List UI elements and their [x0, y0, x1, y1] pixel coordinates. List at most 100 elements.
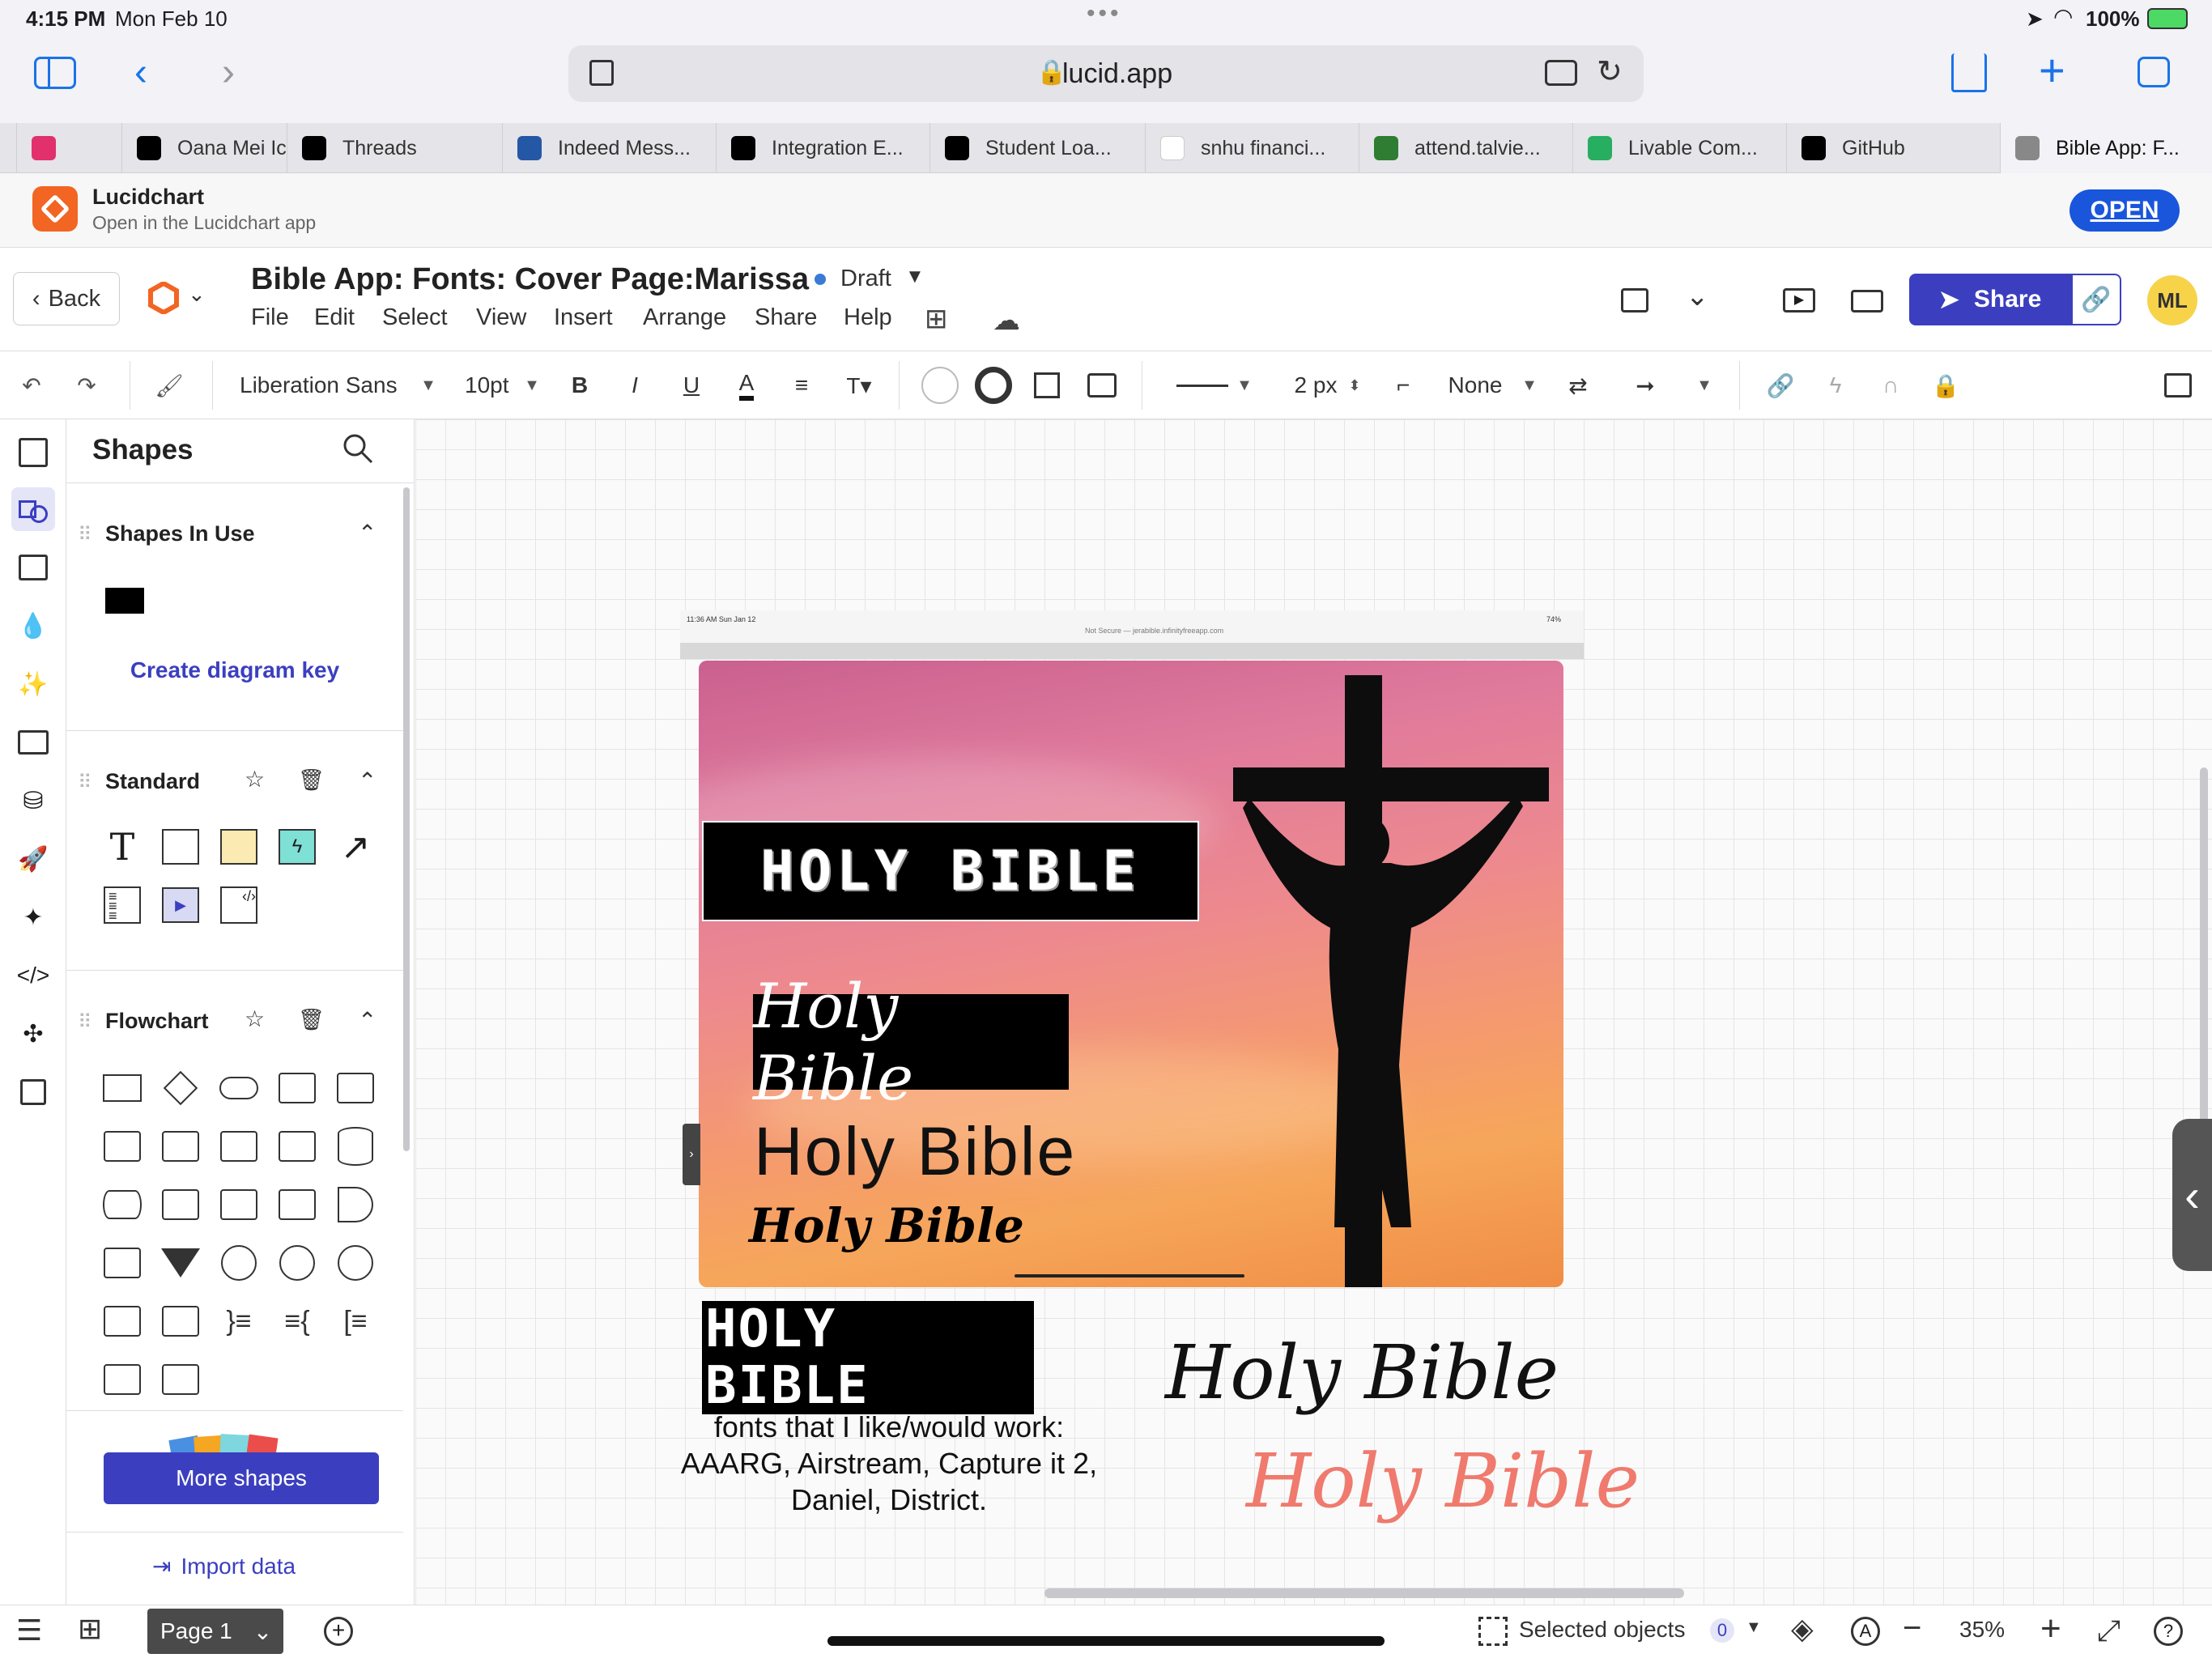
stencil-font-sample[interactable]: HOLY BIBLE	[702, 1301, 1034, 1414]
font-size-dropdown-icon[interactable]: ▼	[520, 351, 544, 419]
database-icon[interactable]: ⛁	[11, 779, 55, 823]
section-title-standard[interactable]: Standard	[105, 769, 200, 794]
redo-icon[interactable]: ↷	[66, 351, 107, 419]
ai-sparkle-icon[interactable]: ✦	[11, 895, 55, 939]
video-icon[interactable]	[1851, 290, 1883, 312]
in-use-rectangle-shape[interactable]	[105, 588, 144, 614]
collapse-icon[interactable]: ⌃	[358, 767, 376, 794]
browser-tab[interactable]: Oana Mei Ic	[121, 123, 287, 173]
browser-tab[interactable]: Integration E...	[716, 123, 929, 173]
new-tab-icon[interactable]: +	[2039, 44, 2065, 96]
back-arrow-icon[interactable]: ‹	[134, 50, 147, 95]
menu-share[interactable]: Share	[755, 304, 817, 331]
document-title[interactable]: Bible App: Fonts: Cover Page:Marissa	[251, 262, 809, 297]
selected-objects-label[interactable]: Selected objects	[1519, 1617, 1685, 1643]
flowchart-off-page-link-shape[interactable]	[160, 1300, 201, 1342]
section-title-in-use[interactable]: Shapes In Use	[105, 521, 255, 546]
rocket-icon[interactable]: 🚀	[11, 837, 55, 881]
browser-tab[interactable]	[16, 123, 121, 173]
font-family-dropdown-icon[interactable]: ▼	[416, 351, 440, 419]
trash-icon[interactable]: 🗑	[298, 1007, 325, 1032]
magnet-icon[interactable]: ∩	[1872, 351, 1909, 419]
bold-icon[interactable]: B	[564, 351, 596, 419]
avatar[interactable]: ML	[2147, 275, 2197, 325]
puzzle-icon[interactable]: ✣	[11, 1012, 55, 1056]
create-diagram-key-link[interactable]: Create diagram key	[66, 657, 403, 683]
pages-icon[interactable]	[11, 431, 55, 474]
sticky-note-shape[interactable]	[219, 829, 259, 865]
action-shape[interactable]: ϟ	[277, 829, 317, 865]
layers-icon[interactable]: ◈	[1791, 1612, 1814, 1646]
flowchart-decision-shape[interactable]	[160, 1067, 201, 1109]
underline-icon[interactable]: U	[675, 351, 708, 419]
start-arrow-dropdown-icon[interactable]: ▼	[1517, 351, 1542, 419]
list-shape[interactable]: ≡ ≡ ≡	[102, 886, 143, 924]
flowchart-bracket-note-shape[interactable]: [≡	[335, 1300, 376, 1342]
help-icon[interactable]: ?	[2154, 1617, 2183, 1646]
zoom-out-icon[interactable]: −	[1903, 1610, 1921, 1647]
star-icon[interactable]: ☆	[245, 1005, 265, 1032]
format-painter-icon[interactable]: 🖌	[149, 351, 189, 419]
section-title-flowchart[interactable]: Flowchart	[105, 1009, 209, 1034]
image-icon[interactable]	[11, 721, 55, 764]
thin-font-sample[interactable]: Holy Bible	[754, 1112, 1076, 1191]
present-icon[interactable]: ▶	[1783, 288, 1815, 312]
flowchart-internal-storage-shape[interactable]	[160, 1184, 201, 1226]
crop-icon[interactable]	[1028, 351, 1066, 419]
zoom-in-icon[interactable]: +	[2040, 1609, 2061, 1649]
browser-tab[interactable]: Bible App: F...	[2000, 123, 2212, 173]
line-width-select[interactable]: 2 px	[1287, 351, 1344, 419]
search-icon[interactable]	[342, 432, 374, 465]
markup-icon[interactable]: A	[1851, 1617, 1880, 1646]
line-style-dropdown-icon[interactable]: ▼	[1232, 351, 1257, 419]
frame-icon[interactable]	[11, 546, 55, 589]
star-icon[interactable]: ☆	[245, 766, 265, 793]
magic-wand-icon[interactable]: ✨	[11, 662, 55, 706]
forward-arrow-icon[interactable]: ›	[222, 50, 235, 95]
flowchart-display-shape[interactable]	[102, 1300, 143, 1342]
cloud-saved-icon[interactable]: ☁	[993, 304, 1020, 337]
line-color-icon[interactable]	[973, 351, 1014, 419]
tabs-overview-icon[interactable]	[2138, 57, 2170, 87]
line-width-stepper-icon[interactable]: ⬍	[1344, 351, 1365, 419]
browser-tab[interactable]: attend.talvie...	[1359, 123, 1572, 173]
flowchart-table-shape[interactable]	[102, 1358, 143, 1401]
drag-handle-icon[interactable]: ⠿	[78, 523, 92, 546]
end-arrow-dropdown-icon[interactable]: ▼	[1692, 351, 1716, 419]
collapse-icon[interactable]: ⌃	[358, 1007, 376, 1034]
text-shape[interactable]: T	[102, 825, 143, 869]
flowchart-process-shape[interactable]	[102, 1067, 143, 1109]
panel-scrollbar[interactable]	[403, 487, 410, 1151]
open-app-button[interactable]: OPEN	[2069, 189, 2180, 232]
font-family-select[interactable]: Liberation Sans	[240, 351, 402, 419]
code-icon[interactable]: </>	[11, 954, 55, 997]
line-style-icon[interactable]	[1174, 351, 1231, 419]
video-shape[interactable]: ▶	[160, 887, 201, 923]
draft-status[interactable]: Draft	[840, 266, 891, 292]
flowchart-connector-shape[interactable]	[219, 1242, 259, 1284]
zoom-level[interactable]: 35%	[1959, 1617, 2005, 1643]
chevron-down-icon[interactable]: ⌄	[188, 282, 206, 307]
font-size-select[interactable]: 10pt	[465, 351, 521, 419]
flowchart-direct-data-shape[interactable]	[102, 1184, 143, 1226]
copy-link-icon[interactable]: 🔗	[2071, 274, 2121, 325]
text-color-icon[interactable]: A	[730, 351, 763, 419]
comments-icon[interactable]	[1621, 288, 1648, 312]
flowchart-data-shape[interactable]	[277, 1125, 317, 1167]
collapse-chevron-icon[interactable]: ⌄	[1686, 280, 1709, 312]
multitask-dots[interactable]: •••	[1087, 0, 1122, 28]
side-drawer-handle[interactable]: ‹	[2172, 1119, 2212, 1271]
browser-tab[interactable]: Livable Com...	[1572, 123, 1786, 173]
browser-tab[interactable]: GitHub	[1786, 123, 2000, 173]
back-button[interactable]: ‹ Back	[13, 272, 120, 325]
drag-handle-icon[interactable]: ⠿	[78, 771, 92, 794]
url-text[interactable]: lucid.app	[1062, 58, 1172, 90]
collapse-panel-handle[interactable]: ›	[683, 1124, 700, 1185]
menu-help[interactable]: Help	[844, 304, 892, 331]
menu-select[interactable]: Select	[382, 304, 448, 331]
collapse-icon[interactable]: ⌃	[358, 520, 376, 546]
flowchart-brace-note-shape[interactable]: }≡	[219, 1300, 259, 1342]
link-icon[interactable]: 🔗	[1762, 351, 1799, 419]
handwritten-black-sample[interactable]: Holy Bible	[1165, 1329, 1559, 1416]
horizontal-scrollbar[interactable]	[1044, 1588, 1684, 1598]
